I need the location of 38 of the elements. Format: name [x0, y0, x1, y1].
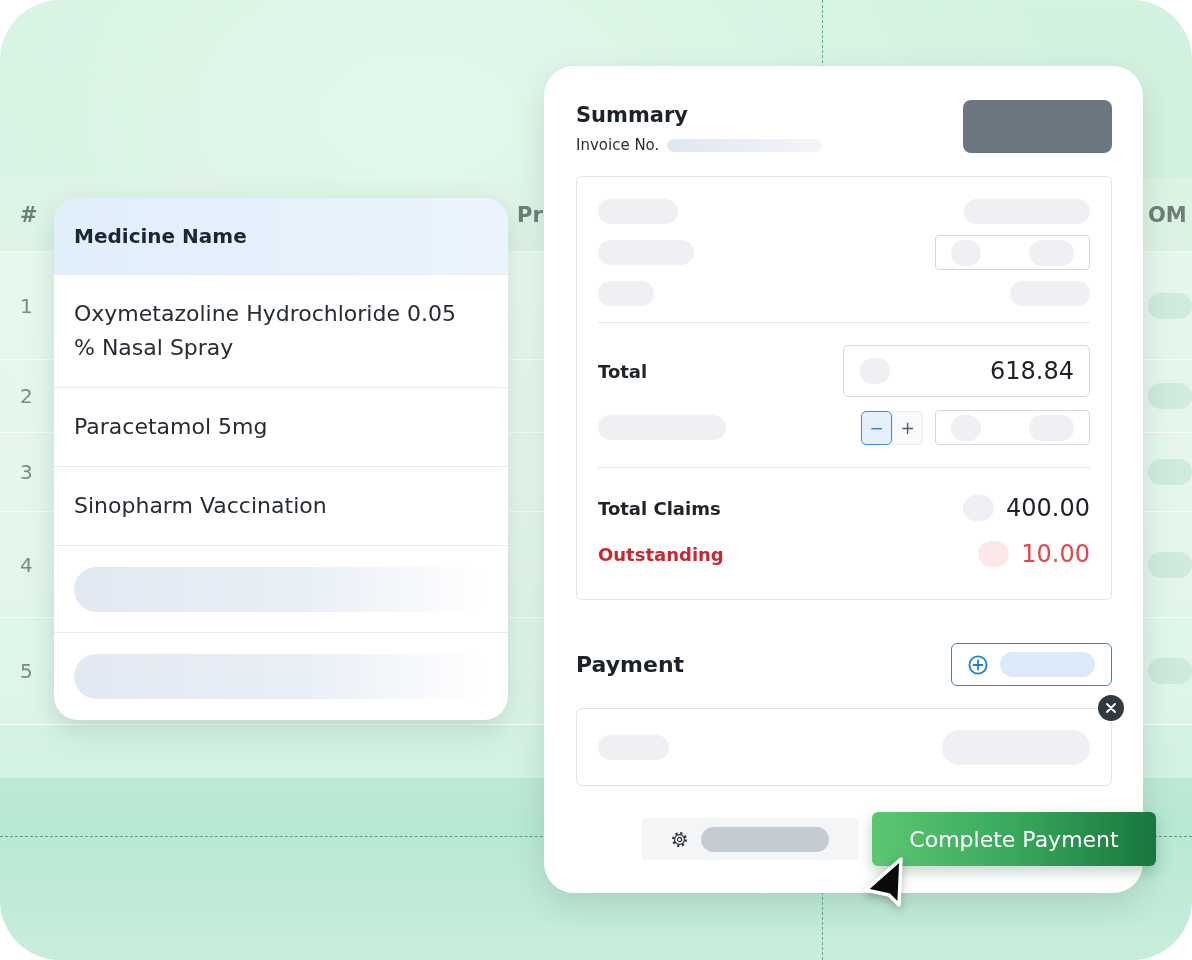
skeleton-bar: [1148, 383, 1192, 409]
blank-button[interactable]: [963, 100, 1112, 153]
complete-payment-button[interactable]: Complete Payment: [872, 812, 1156, 866]
input-field[interactable]: [935, 235, 1090, 270]
balance-label: Total Claims: [598, 497, 721, 519]
row-number: 3: [20, 460, 33, 484]
balance-amount: 400.00: [1006, 494, 1090, 522]
add-icon: [968, 654, 988, 675]
row-number: 4: [20, 552, 33, 577]
input-field[interactable]: [935, 410, 1090, 445]
add-button[interactable]: [951, 643, 1112, 686]
total-field[interactable]: 618.84: [843, 345, 1090, 397]
table-cell: Oxymetazoline Hydrochloride 0.05 % Nasal Spray: [54, 274, 508, 387]
payment-title: Payment: [576, 652, 685, 677]
gear-icon: [671, 830, 688, 848]
column-header: Pr: [517, 202, 543, 227]
settings-button[interactable]: [642, 818, 858, 860]
skeleton-bar: [1148, 459, 1192, 485]
stepper-button[interactable]: +: [892, 410, 923, 445]
balance-label: Outstanding: [598, 543, 724, 565]
row-number: 5: [20, 659, 33, 683]
skeleton-bar: [1148, 292, 1192, 319]
skeleton-bar: [1148, 658, 1192, 684]
close-icon: [1106, 703, 1116, 713]
table-cell: Sinopharm Vaccination: [54, 466, 508, 545]
invoice-label: Invoice No.: [576, 136, 660, 154]
column-header: OM: [1148, 202, 1187, 227]
total-label: Total: [598, 360, 648, 382]
row-number: 1: [20, 293, 33, 318]
stepper-button[interactable]: −: [861, 410, 892, 445]
column-header: #: [20, 202, 38, 227]
row-number: 2: [20, 384, 33, 408]
table-cell: Paracetamol 5mg: [54, 387, 508, 466]
balance-amount: 10.00: [1021, 540, 1090, 568]
column-header: Medicine Name: [54, 198, 508, 274]
close-button[interactable]: [1098, 695, 1124, 721]
skeleton-bar: [1148, 551, 1192, 578]
summary-title: Summary: [576, 102, 690, 129]
